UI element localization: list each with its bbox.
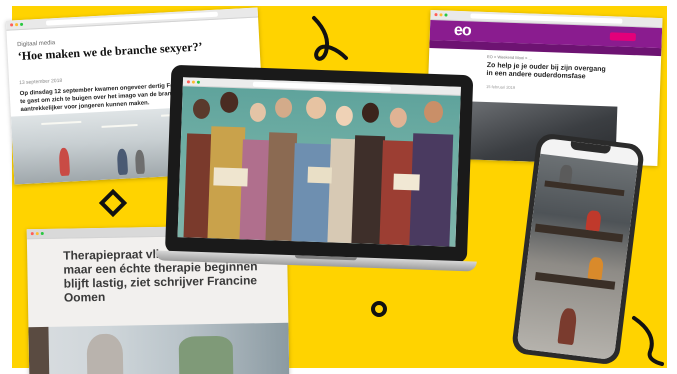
eo-nav-button[interactable] (609, 32, 636, 42)
article-date: 13 september 2018 (19, 77, 63, 87)
collage-stage: Digitaal media ‘Hoe maken we de branche … (0, 0, 677, 374)
laptop-lid (164, 64, 474, 264)
article-title[interactable]: Zo help je je ouder bij zijn overgang in… (486, 62, 606, 82)
cast-photo (177, 86, 461, 247)
circle-icon (371, 301, 387, 317)
article-photo (28, 322, 290, 374)
diamond-icon (98, 188, 128, 218)
eo-logo[interactable]: eo (454, 22, 471, 41)
squiggle-icon (312, 16, 348, 61)
article-date: 15 februari 2019 (485, 83, 516, 90)
curve-icon (632, 316, 664, 366)
laptop (154, 64, 477, 272)
laptop-screen[interactable] (177, 77, 461, 247)
breadcrumb[interactable]: EO > Weekend Mooi > ... (487, 54, 532, 61)
